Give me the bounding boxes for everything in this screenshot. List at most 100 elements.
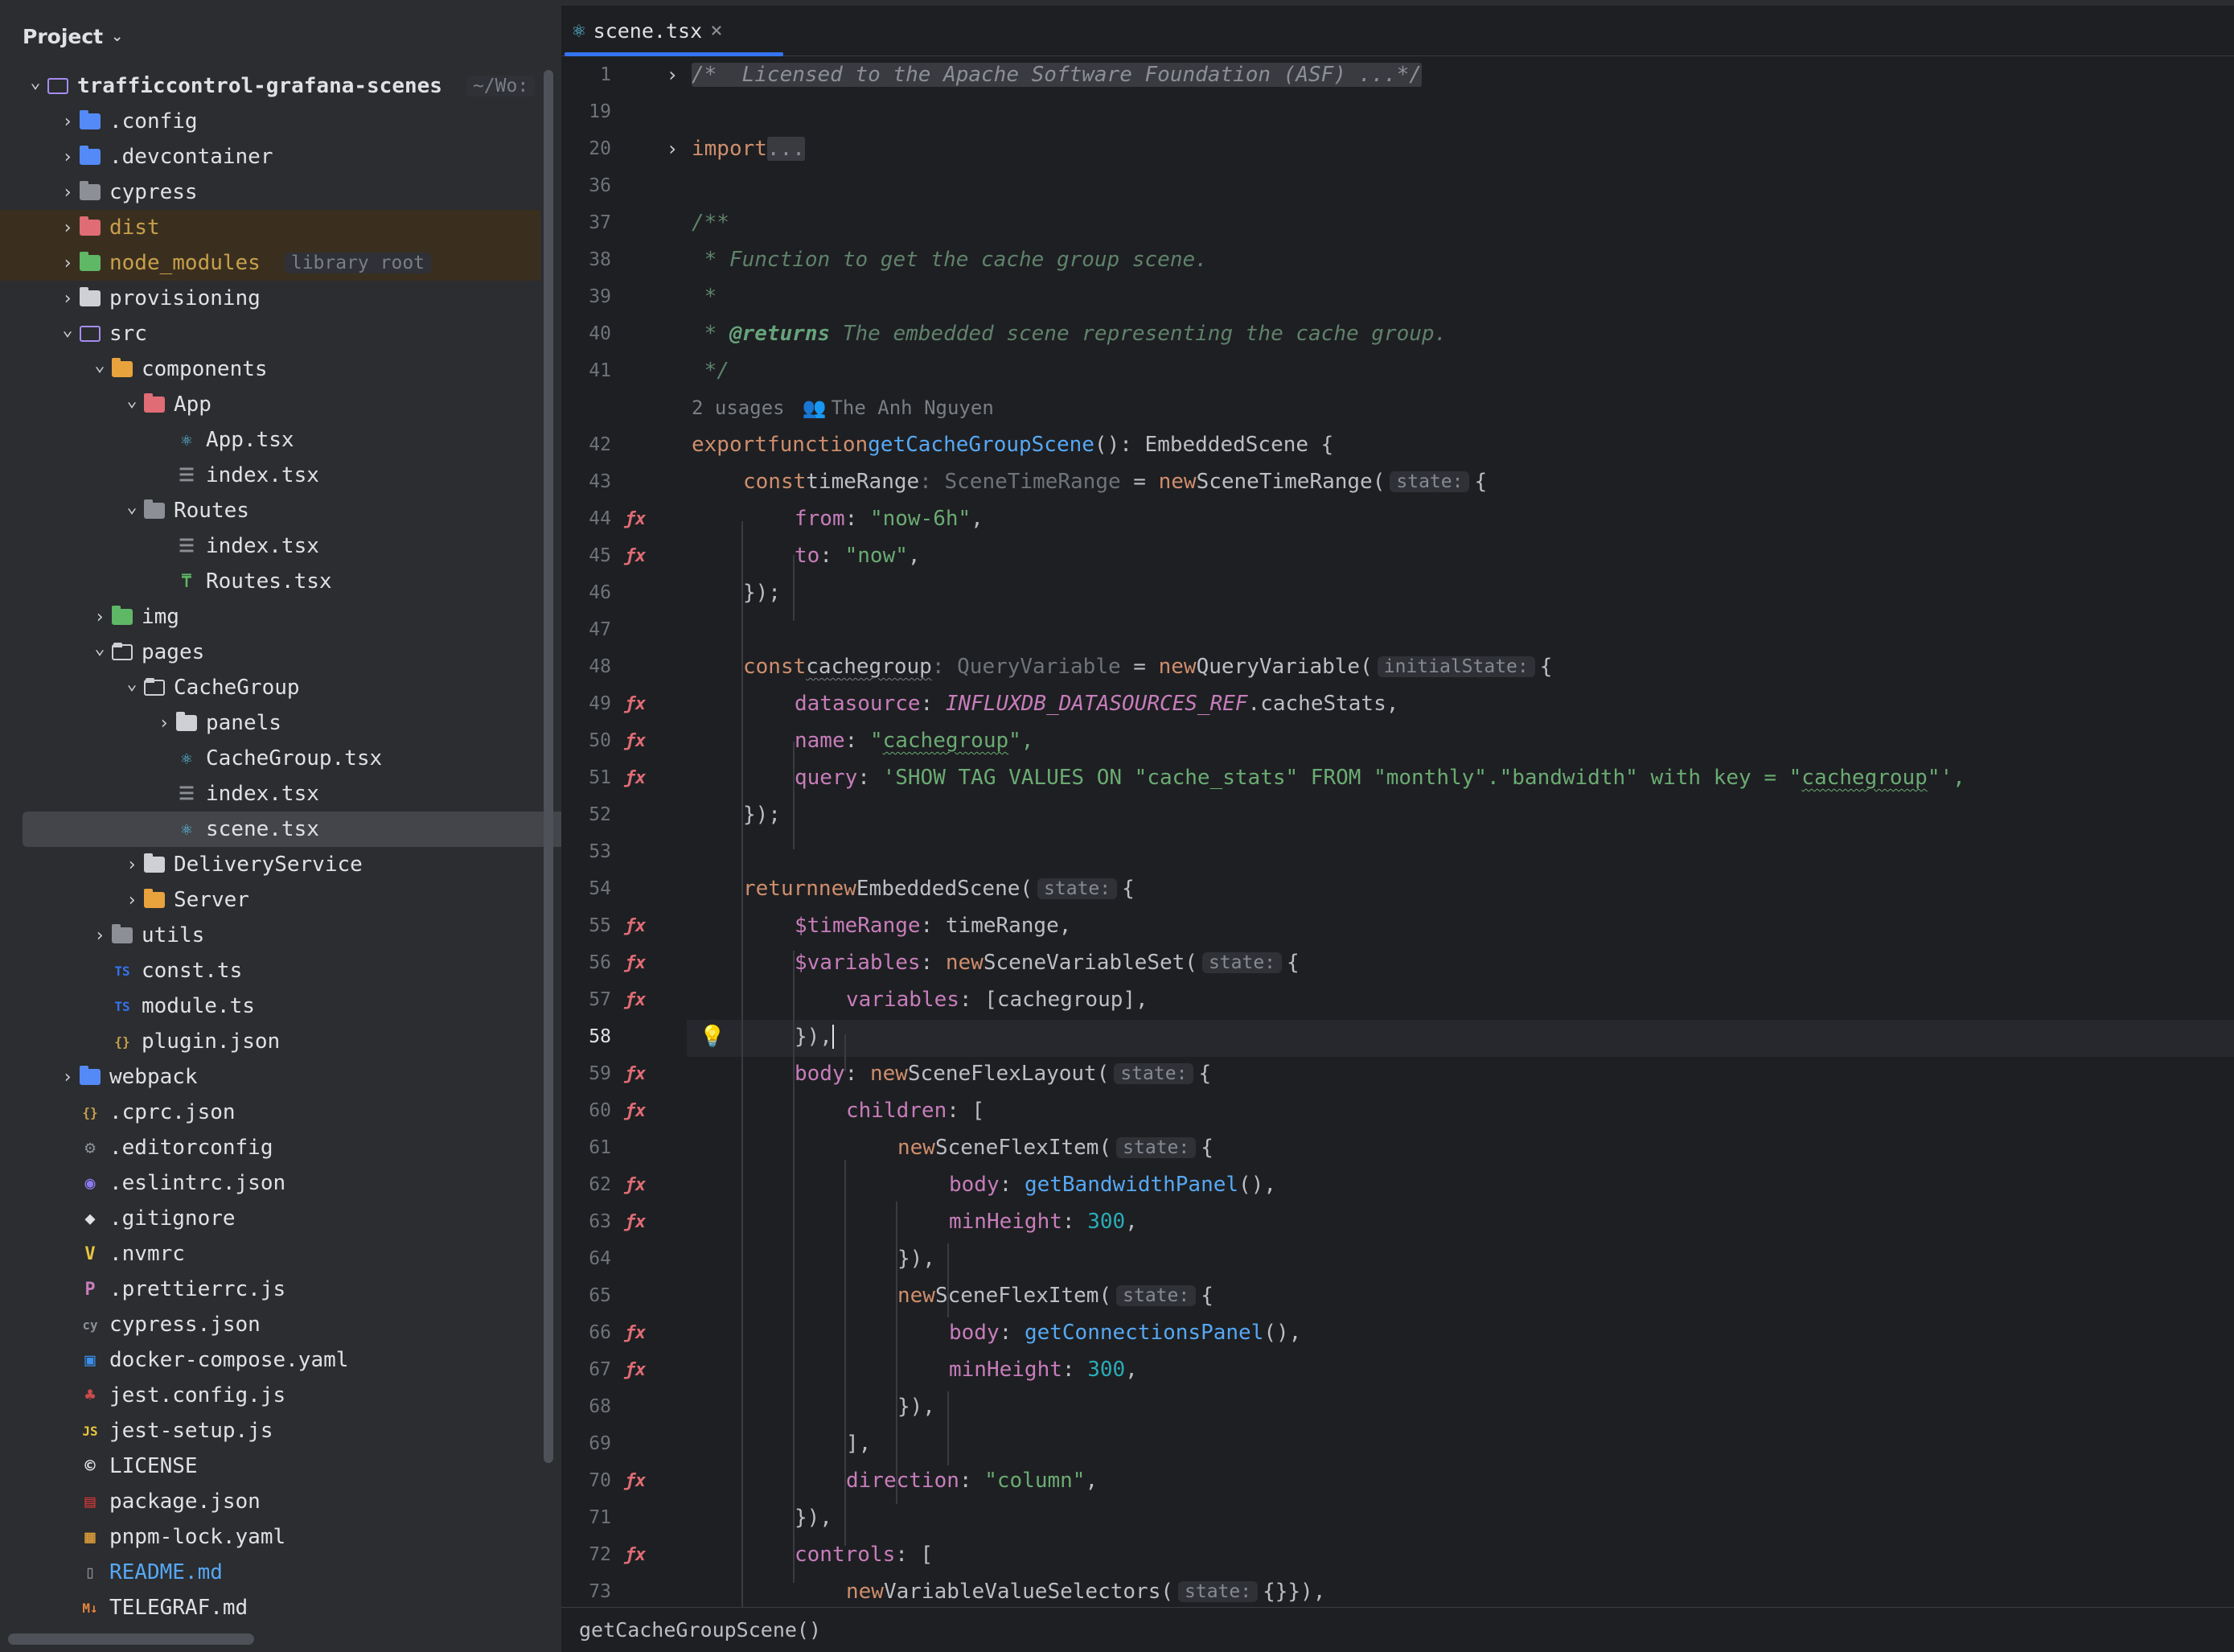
line-number: 47 [589, 619, 611, 640]
line-number: 68 [589, 1396, 611, 1417]
tree-item[interactable]: ☰ index.tsx [0, 776, 540, 812]
tree-item[interactable]: ⌄ trafficcontrol-grafana-scenes ~/Wo: [0, 68, 540, 104]
function-gutter-icon[interactable]: ƒx [624, 500, 647, 537]
chevron-right-icon[interactable]: › [90, 926, 109, 946]
chevron-down-icon[interactable]: ⌄ [122, 674, 142, 694]
tree-item[interactable]: › provisioning [0, 281, 540, 316]
tree-item[interactable]: JS jest-setup.js [0, 1413, 540, 1449]
tree-item[interactable]: › DeliveryService [0, 847, 540, 882]
chevron-right-icon[interactable]: › [90, 607, 109, 627]
chevron-right-icon[interactable]: › [58, 218, 77, 238]
collapsed-license-comment[interactable]: /* Licensed to the Apache Software Found… [692, 63, 1422, 87]
author-link[interactable]: The Anh Nguyen [831, 397, 993, 419]
tree-item[interactable]: › .config [0, 104, 540, 139]
tree-item[interactable]: ⍑ Routes.tsx [0, 564, 540, 599]
tree-item[interactable]: › cypress [0, 175, 540, 210]
tree-item[interactable]: › Server [0, 882, 540, 918]
function-gutter-icon[interactable]: ƒx [624, 1055, 647, 1092]
tree-item[interactable]: ⌄ src [0, 316, 540, 351]
tree-item[interactable]: ♣ jest.config.js [0, 1378, 540, 1413]
tree-item[interactable]: ☰ index.tsx [0, 458, 540, 493]
function-gutter-icon[interactable]: ƒx [624, 1092, 647, 1129]
collapsed-imports[interactable]: ... [766, 137, 805, 161]
function-gutter-icon[interactable]: ƒx [624, 1314, 647, 1351]
tree-item[interactable]: P .prettierrc.js [0, 1272, 540, 1307]
tree-item[interactable]: ⌄ pages [0, 635, 540, 670]
tree-item-label: DeliveryService [174, 853, 363, 877]
tree-item[interactable]: M↓ TELEGRAF.md [0, 1590, 540, 1625]
chevron-down-icon[interactable]: ⌄ [90, 639, 109, 659]
tree-item[interactable]: ☰ index.tsx [0, 528, 540, 564]
tree-item[interactable]: › webpack [0, 1059, 540, 1095]
doc-comment: * [692, 285, 717, 309]
tree-item[interactable]: ◉ .eslintrc.json [0, 1165, 540, 1201]
tree-item[interactable]: ⚛ CacheGroup.tsx [0, 741, 540, 776]
tree-item[interactable]: TS const.ts [0, 953, 540, 988]
sidebar-vertical-scrollbar[interactable] [544, 70, 553, 1463]
function-gutter-icon[interactable]: ƒx [624, 722, 647, 759]
function-gutter-icon[interactable]: ƒx [624, 907, 647, 944]
tree-item[interactable]: © LICENSE [0, 1449, 540, 1484]
tree-item[interactable]: › .devcontainer [0, 139, 540, 175]
chevron-right-icon[interactable]: › [122, 890, 142, 910]
line-number: 51 [589, 767, 611, 788]
tree-item[interactable]: › dist [0, 210, 540, 245]
function-gutter-icon[interactable]: ƒx [624, 759, 647, 796]
tree-item[interactable]: ▣ docker-compose.yaml [0, 1342, 540, 1378]
tree-item[interactable]: ◆ .gitignore [0, 1201, 540, 1236]
tree-item[interactable]: ⚛ App.tsx [0, 422, 540, 458]
function-gutter-icon[interactable]: ƒx [624, 944, 647, 981]
tree-item[interactable]: {} .cprc.json [0, 1095, 540, 1130]
tree-item-label: jest-setup.js [109, 1419, 273, 1443]
chevron-right-icon[interactable]: › [122, 855, 142, 875]
close-icon[interactable]: × [710, 18, 723, 43]
tree-item[interactable]: › img [0, 599, 540, 635]
chevron-right-icon[interactable]: › [58, 1067, 77, 1087]
tree-item[interactable]: › panels [0, 705, 540, 741]
chevron-right-icon[interactable]: › [154, 713, 174, 734]
function-gutter-icon[interactable]: ƒx [624, 1203, 647, 1240]
tree-item[interactable]: › node_modules library root [0, 245, 540, 281]
chevron-right-icon[interactable]: › [58, 183, 77, 203]
function-gutter-icon[interactable]: ƒx [624, 1351, 647, 1388]
fold-expand-icon[interactable]: › [664, 130, 680, 167]
tree-item[interactable]: ⌄ App [0, 387, 540, 422]
chevron-right-icon[interactable]: › [58, 147, 77, 167]
breadcrumb[interactable]: getCacheGroupScene() [561, 1607, 2234, 1652]
tree-item[interactable]: ⌄ CacheGroup [0, 670, 540, 705]
code-editor[interactable]: /* Licensed to the Apache Software Found… [692, 56, 2234, 1607]
breadcrumb-function[interactable]: getCacheGroupScene() [579, 1618, 821, 1642]
function-gutter-icon[interactable]: ƒx [624, 685, 647, 722]
function-gutter-icon[interactable]: ƒx [624, 981, 647, 1018]
function-gutter-icon[interactable]: ƒx [624, 1166, 647, 1203]
function-gutter-icon[interactable]: ƒx [624, 1536, 647, 1573]
tree-item[interactable]: ⌄ components [0, 351, 540, 387]
chevron-down-icon[interactable]: ⌄ [90, 355, 109, 376]
tab-scene-tsx[interactable]: ⚛ scene.tsx × [565, 6, 739, 55]
tree-item[interactable]: ▯ README.md [0, 1555, 540, 1590]
chevron-down-icon[interactable]: ⌄ [122, 497, 142, 517]
tree-item[interactable]: {} plugin.json [0, 1024, 540, 1059]
tree-item[interactable]: V .nvmrc [0, 1236, 540, 1272]
tree-item[interactable]: › utils [0, 918, 540, 953]
usages-link[interactable]: 2 usages [692, 397, 785, 419]
project-view-selector[interactable]: Project ⌄ [23, 20, 123, 52]
tree-item[interactable]: ⚛ scene.tsx [23, 812, 651, 847]
function-gutter-icon[interactable]: ƒx [624, 537, 647, 574]
chevron-down-icon[interactable]: ⌄ [26, 72, 45, 92]
tree-item[interactable]: ⚙ .editorconfig [0, 1130, 540, 1165]
line-number: 44 [589, 508, 611, 529]
tree-item[interactable]: cy cypress.json [0, 1307, 540, 1342]
fold-expand-icon[interactable]: › [664, 56, 680, 93]
sidebar-horizontal-scrollbar[interactable] [8, 1634, 254, 1645]
function-gutter-icon[interactable]: ƒx [624, 1462, 647, 1499]
tree-item[interactable]: TS module.ts [0, 988, 540, 1024]
chevron-down-icon[interactable]: ⌄ [58, 320, 77, 340]
tree-item[interactable]: ▤ package.json [0, 1484, 540, 1519]
tree-item[interactable]: ⌄ Routes [0, 493, 540, 528]
tree-item[interactable]: ▦ pnpm-lock.yaml [0, 1519, 540, 1555]
chevron-right-icon[interactable]: › [58, 289, 77, 309]
chevron-down-icon[interactable]: ⌄ [122, 391, 142, 411]
chevron-right-icon[interactable]: › [58, 253, 77, 273]
chevron-right-icon[interactable]: › [58, 112, 77, 132]
